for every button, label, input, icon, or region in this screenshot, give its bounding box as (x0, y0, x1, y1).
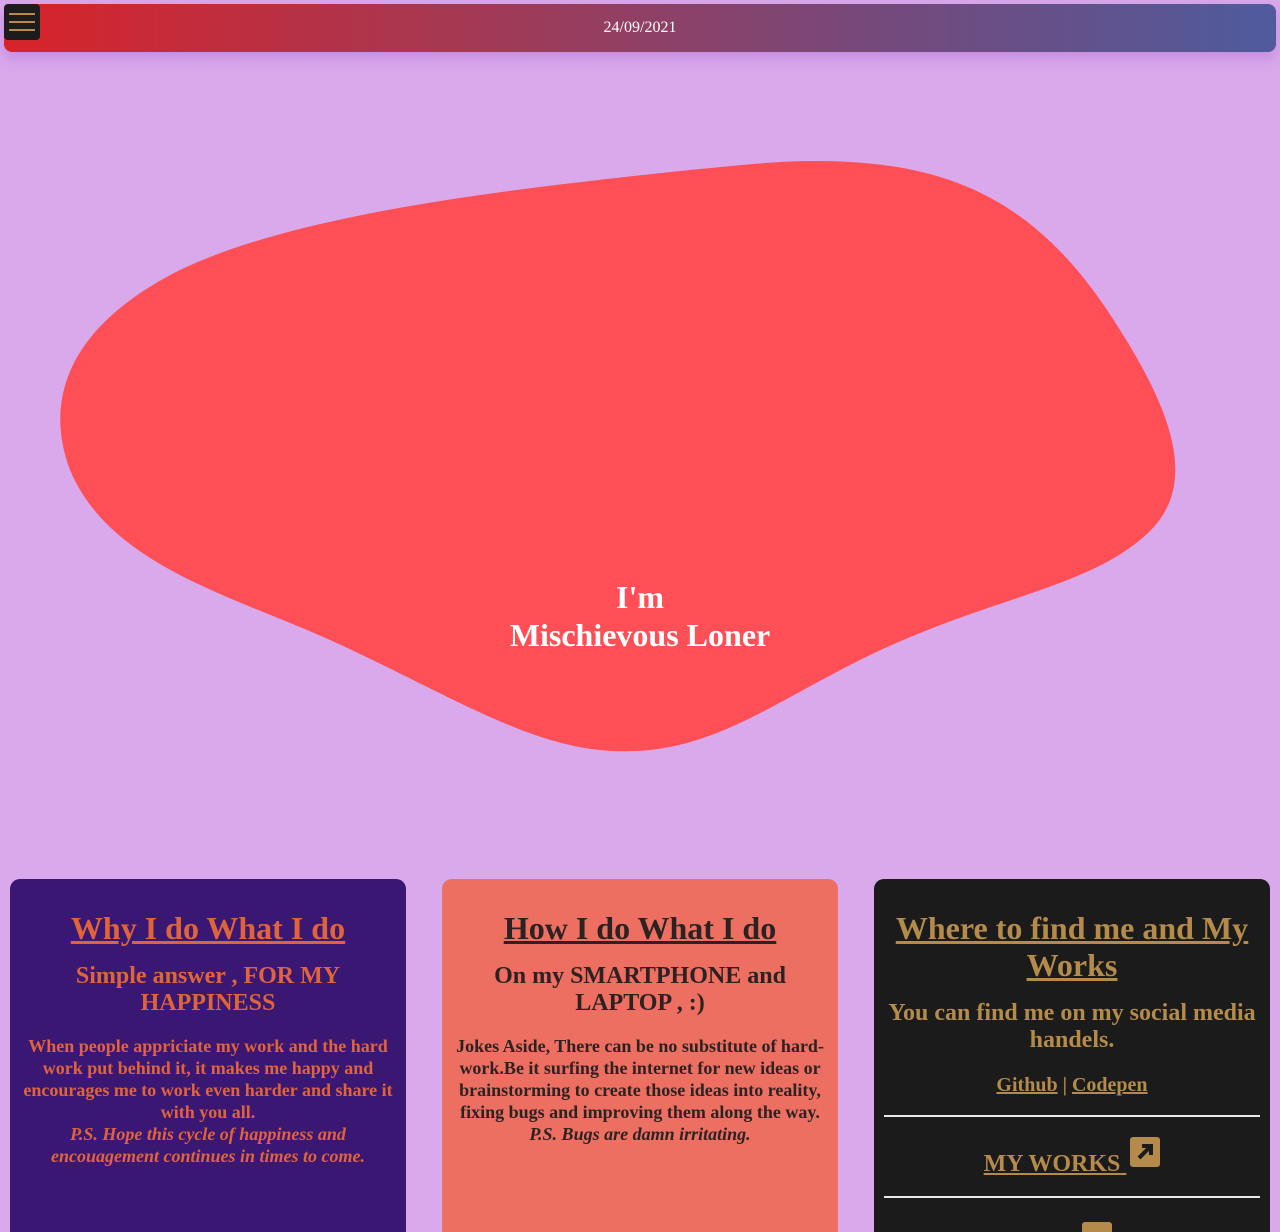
why-card: Why I do What I do Simple answer , FOR M… (10, 879, 406, 1232)
how-subtitle: On my SMARTPHONE and LAPTOP , :) (494, 963, 786, 1016)
how-body: Jokes Aside, There can be no substitute … (456, 1036, 824, 1122)
how-ps: P.S. Bugs are damn irritating. (529, 1124, 751, 1144)
external-link-icon[interactable] (1130, 1137, 1161, 1167)
github-link[interactable]: Github (996, 1074, 1057, 1096)
divider-top (884, 1115, 1260, 1117)
hero-greeting: I'm Mischievous Loner (0, 578, 1280, 654)
where-card: Where to find me and My Works You can fi… (874, 879, 1270, 1232)
my-works-link[interactable]: MY WORKS (984, 1151, 1127, 1177)
current-date: 24/09/2021 (603, 19, 677, 36)
my-works-row: MY WORKS (884, 1137, 1260, 1178)
why-body: When people appriciate my work and the h… (23, 1036, 393, 1122)
how-card: How I do What I do On my SMARTPHONE and … (442, 879, 838, 1232)
top-navbar: 24/09/2021 (4, 4, 1276, 52)
codepen-link[interactable]: Codepen (1072, 1074, 1148, 1096)
my-works-label: MY WORKS (983, 1151, 1121, 1177)
how-title-link[interactable]: How I do What I do (504, 910, 776, 946)
link-separator: | (1062, 1074, 1067, 1096)
social-links: Github | Codepen (884, 1074, 1260, 1097)
where-subtitle: You can find me on my social media hande… (888, 1000, 1256, 1053)
divider-bottom (884, 1196, 1260, 1198)
hero-line-im: I'm (616, 579, 664, 615)
next-item-icon[interactable] (1082, 1222, 1112, 1232)
where-title-link[interactable]: Where to find me and My Works (896, 910, 1248, 983)
hero-line-name: Mischievous Loner (509, 617, 771, 653)
why-ps: P.S. Hope this cycle of happiness and en… (51, 1124, 365, 1166)
why-subtitle: Simple answer , FOR MY HAPPINESS (75, 963, 341, 1016)
why-title-link[interactable]: Why I do What I do (71, 910, 345, 946)
